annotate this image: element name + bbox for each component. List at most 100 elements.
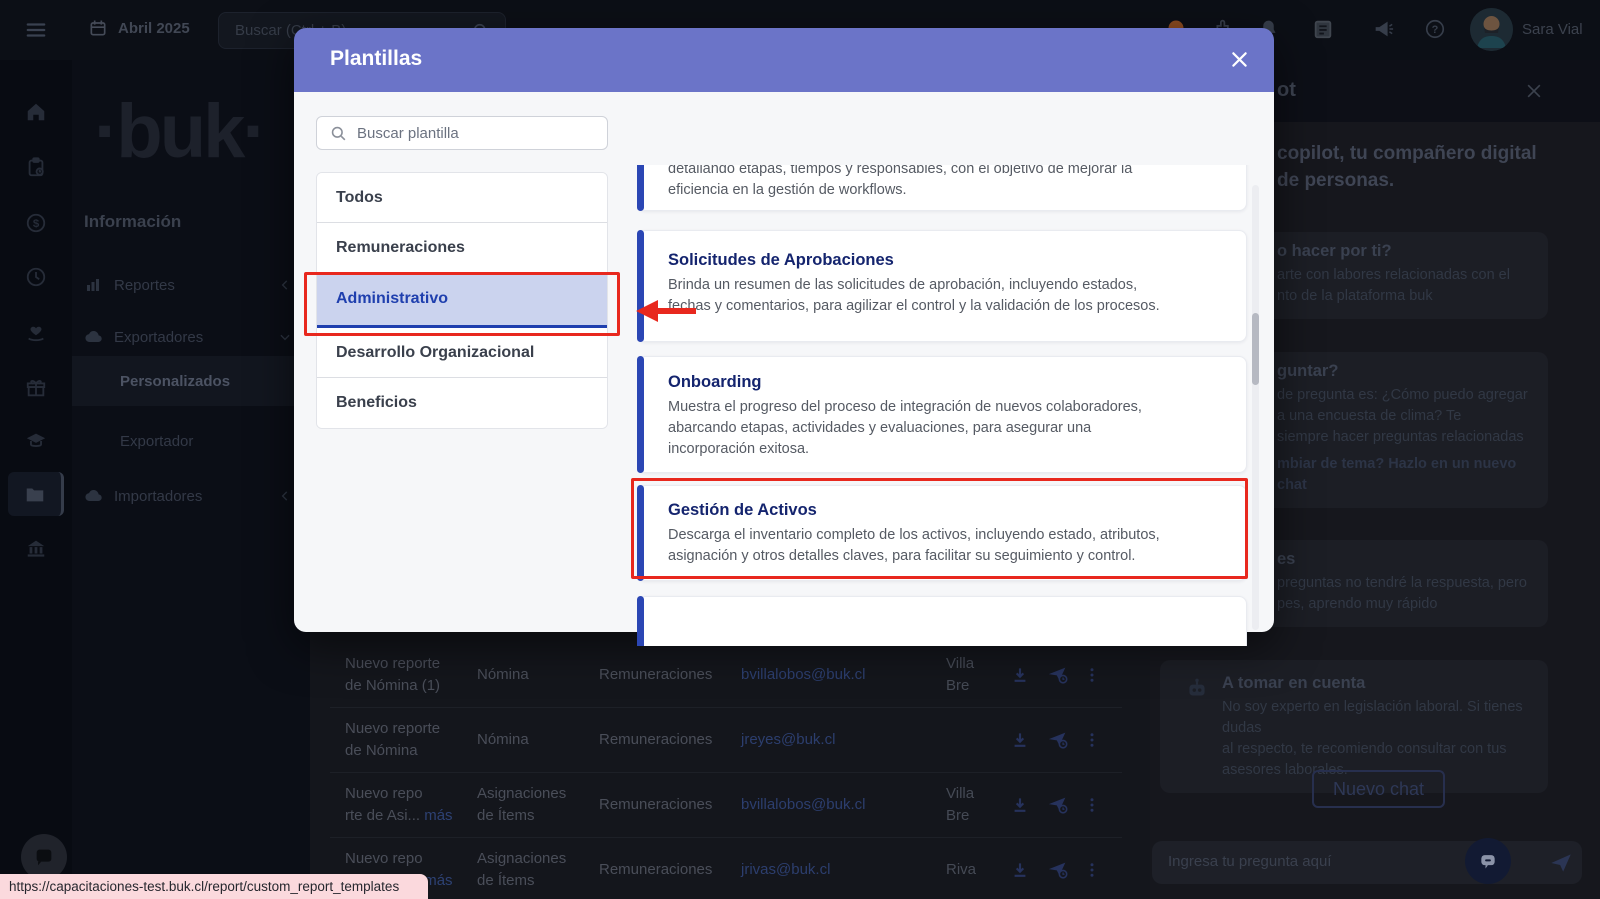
copilot-question-input[interactable]	[1168, 841, 1448, 882]
owner-name: VillaBre	[946, 653, 1001, 697]
sidebar: ·buk· Información Reportes Exportadores …	[72, 60, 310, 899]
news-icon[interactable]	[1312, 18, 1334, 40]
template-title: Solicitudes de Aprobaciones	[668, 251, 1222, 270]
table-row: Nuevo reportede Nómina Nómina Remuneraci…	[330, 708, 1122, 773]
svg-text:?: ?	[1432, 24, 1439, 36]
megaphone-icon[interactable]	[1372, 18, 1394, 40]
chat-bubble-button[interactable]	[1465, 838, 1511, 884]
rail-files-icon[interactable]	[8, 472, 64, 516]
scrollbar-thumb[interactable]	[1252, 313, 1259, 385]
period-label: Abril 2025	[118, 20, 190, 37]
report-category: Remuneraciones	[599, 859, 741, 881]
rail-payroll-icon[interactable]: $	[8, 201, 64, 245]
sidebar-item-label: Reportes	[114, 277, 175, 294]
owner-name: Riva	[946, 859, 1001, 881]
sidebar-item-importadores[interactable]: Importadores	[72, 478, 310, 514]
category-item-todos[interactable]: Todos	[317, 173, 607, 223]
help-icon[interactable]: ?	[1424, 18, 1446, 40]
period-selector[interactable]: Abril 2025	[88, 18, 190, 38]
send-icon[interactable]	[1548, 850, 1574, 876]
robot-icon	[1184, 676, 1210, 702]
owner-email-link[interactable]: bvillalobos@buk.cl	[741, 664, 946, 686]
report-type: Nómina	[477, 664, 599, 686]
annotation-box-administrativo	[304, 272, 620, 336]
category-item-remuneraciones[interactable]: Remuneraciones	[317, 223, 607, 273]
template-card-partial[interactable]: detallando etapas, tiempos y responsable…	[637, 165, 1247, 211]
cloud-download-icon	[84, 327, 104, 347]
bar-chart-icon	[84, 276, 104, 294]
schedule-send-icon[interactable]	[1039, 859, 1077, 881]
rail-training-icon[interactable]	[8, 419, 64, 463]
report-category: Remuneraciones	[599, 729, 741, 751]
template-card-onboarding[interactable]: Onboarding Muestra el progreso del proce…	[637, 356, 1247, 473]
schedule-send-icon[interactable]	[1039, 794, 1077, 816]
sidebar-item-exportadores[interactable]: Exportadores	[72, 319, 310, 355]
reports-table: Nuevo reportede Nómina (1) Nómina Remune…	[330, 643, 1122, 899]
copilot-card-title: guntar?	[1277, 362, 1538, 381]
schedule-send-icon[interactable]	[1039, 729, 1077, 751]
rail-tasks-icon[interactable]	[8, 145, 64, 189]
scrollbar-track[interactable]	[1252, 185, 1259, 630]
sidebar-item-label: Exportador	[120, 433, 193, 450]
report-type: Asignacionesde Ítems	[477, 848, 599, 892]
kebab-menu-icon[interactable]	[1077, 796, 1107, 814]
new-chat-button[interactable]: Nuevo chat	[1312, 770, 1445, 808]
category-item-beneficios[interactable]: Beneficios	[317, 378, 607, 428]
report-category: Remuneraciones	[599, 794, 741, 816]
download-icon[interactable]	[1001, 665, 1039, 685]
template-search-input[interactable]	[357, 117, 597, 149]
annotation-box-gestion-activos	[631, 478, 1248, 579]
chevron-left-icon	[278, 278, 292, 292]
report-type: Asignacionesde Ítems	[477, 783, 599, 827]
modal-title: Plantillas	[330, 47, 422, 71]
icon-rail: $	[0, 60, 72, 899]
user-avatar[interactable]	[1470, 8, 1513, 51]
report-name: Nuevo reportede Nómina (1)	[345, 653, 477, 697]
owner-email-link[interactable]: bvillalobos@buk.cl	[741, 794, 946, 816]
sidebar-item-label: Personalizados	[120, 373, 230, 390]
template-card-partial-bottom[interactable]	[637, 596, 1247, 646]
sidebar-item-exportador[interactable]: Exportador	[72, 416, 300, 466]
hamburger-menu-icon[interactable]	[25, 19, 47, 41]
owner-email-link[interactable]: jrivas@buk.cl	[741, 859, 946, 881]
schedule-send-icon[interactable]	[1039, 664, 1077, 686]
rail-benefits-icon[interactable]	[8, 311, 64, 355]
table-row: Nuevo reportede Nómina (1) Nómina Remune…	[330, 643, 1122, 708]
copilot-input-wrap	[1152, 841, 1582, 884]
sidebar-section-label: Información	[84, 212, 181, 232]
annotation-arrow	[634, 297, 698, 325]
copilot-close-icon[interactable]	[1524, 81, 1544, 101]
owner-email-link[interactable]: jreyes@buk.cl	[741, 729, 946, 751]
download-icon[interactable]	[1001, 860, 1039, 880]
app: Abril 2025 ?	[0, 0, 1600, 899]
calendar-icon	[88, 18, 108, 38]
table-row: Nuevo reporte de Asi... más Asignaciones…	[330, 773, 1122, 838]
search-icon	[329, 124, 348, 143]
rail-home-icon[interactable]	[8, 90, 64, 134]
copilot-card-title: es	[1277, 550, 1538, 569]
buk-logo: ·buk·	[94, 88, 265, 175]
more-link[interactable]: más	[424, 872, 452, 889]
rail-gifts-icon[interactable]	[8, 366, 64, 410]
template-search	[316, 116, 608, 150]
browser-status-url: https://capacitaciones-test.buk.cl/repor…	[0, 874, 428, 899]
rail-time-icon[interactable]	[8, 255, 64, 299]
chevron-left-icon	[278, 489, 292, 503]
download-icon[interactable]	[1001, 730, 1039, 750]
template-card-solicitudes[interactable]: Solicitudes de Aprobaciones Brinda un re…	[637, 230, 1247, 342]
card-accent-bar	[637, 356, 644, 473]
owner-name: VillaBre	[946, 783, 1001, 827]
kebab-menu-icon[interactable]	[1077, 861, 1107, 879]
copilot-card-title: o hacer por ti?	[1277, 242, 1538, 261]
report-type: Nómina	[477, 729, 599, 751]
modal-close-icon[interactable]	[1229, 49, 1250, 70]
kebab-menu-icon[interactable]	[1077, 731, 1107, 749]
download-icon[interactable]	[1001, 795, 1039, 815]
user-name: Sara Vial	[1522, 21, 1583, 38]
rail-organization-icon[interactable]	[8, 526, 64, 570]
sidebar-item-reportes[interactable]: Reportes	[72, 267, 310, 303]
kebab-menu-icon[interactable]	[1077, 666, 1107, 684]
chevron-down-icon	[278, 330, 292, 344]
sidebar-item-personalizados[interactable]: Personalizados	[72, 356, 300, 406]
more-link[interactable]: más	[424, 807, 452, 824]
